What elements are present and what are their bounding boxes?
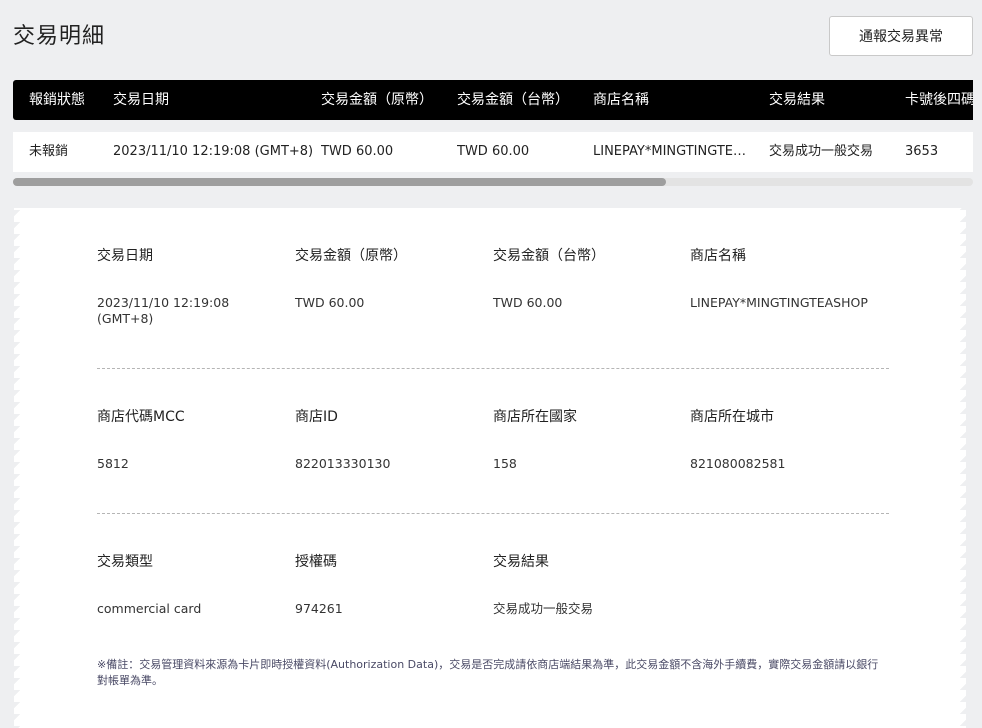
field-label: 交易金額（原幣）: [295, 248, 407, 264]
scrollbar-thumb[interactable]: [13, 178, 666, 186]
section-divider: [97, 513, 889, 514]
field-label: 商店ID: [295, 409, 338, 425]
transaction-detail-card: 交易日期 2023/11/10 12:19:08 (GMT+8) 交易金額（原幣…: [14, 208, 966, 728]
field-label: 商店名稱: [690, 248, 746, 264]
detail-field-merchant-id: 商店ID 822013330130: [295, 407, 485, 472]
field-value: TWD 60.00: [295, 295, 365, 310]
horizontal-scrollbar[interactable]: [13, 178, 973, 186]
cell-merchant-name: LINEPAY*MINGTINGTEASHOP: [593, 144, 747, 159]
field-label: 交易類型: [97, 554, 153, 570]
cell-transaction-result: 交易成功一般交易: [769, 144, 874, 159]
table-header: 報銷狀態 交易日期 交易金額（原幣） 交易金額（台幣） 商店名稱 交易結果 卡號…: [13, 80, 973, 120]
column-header-merchant-name[interactable]: 商店名稱: [593, 80, 747, 120]
field-label: 交易金額（台幣）: [493, 248, 605, 264]
field-value: 822013330130: [295, 456, 391, 471]
page-title: 交易明細: [13, 24, 106, 49]
field-label: 商店代碼MCC: [97, 409, 185, 425]
section-divider: [97, 368, 889, 369]
field-value: 交易成功一般交易: [493, 601, 594, 616]
cell-reimbursement-status: 未報銷: [29, 144, 69, 159]
column-header-amount-twd[interactable]: 交易金額（台幣）: [457, 80, 587, 120]
field-value: 5812: [97, 456, 129, 471]
detail-field-merchant-mcc: 商店代碼MCC 5812: [97, 407, 287, 472]
column-header-transaction-result[interactable]: 交易結果: [769, 80, 897, 120]
field-label: 授權碼: [295, 554, 337, 570]
table-row[interactable]: 未報銷 2023/11/10 12:19:08 (GMT+8) TWD 60.0…: [13, 132, 973, 172]
field-value: LINEPAY*MINGTINGTEASHOP: [690, 295, 868, 310]
column-header-reimbursement-status[interactable]: 報銷狀態: [29, 80, 113, 120]
field-label: 交易日期: [97, 248, 153, 264]
field-value: 158: [493, 456, 517, 471]
detail-field-authorization-code: 授權碼 974261: [295, 552, 485, 617]
column-header-card-last-four[interactable]: 卡號後四碼: [905, 80, 973, 120]
field-value: 821080082581: [690, 456, 786, 471]
report-transaction-anomaly-button[interactable]: 通報交易異常: [829, 16, 973, 56]
disclaimer-note: ※備註：交易管理資料來源為卡片即時授權資料(Authorization Data…: [97, 658, 879, 687]
field-value: commercial card: [97, 601, 202, 616]
column-header-transaction-date[interactable]: 交易日期: [113, 80, 319, 120]
field-label: 交易結果: [493, 554, 549, 570]
cell-card-last-four: 3653: [905, 144, 939, 159]
field-label: 商店所在城市: [690, 409, 774, 425]
field-value: 974261: [295, 601, 343, 616]
transaction-table: 報銷狀態 交易日期 交易金額（原幣） 交易金額（台幣） 商店名稱 交易結果 卡號…: [13, 80, 973, 188]
column-header-amount-original[interactable]: 交易金額（原幣）: [321, 80, 451, 120]
cell-amount-twd: TWD 60.00: [457, 144, 530, 159]
detail-field-merchant-city: 商店所在城市 821080082581: [690, 407, 890, 472]
cell-transaction-date: 2023/11/10 12:19:08 (GMT+8): [113, 144, 314, 159]
detail-field-transaction-type: 交易類型 commercial card: [97, 552, 287, 617]
field-label: 商店所在國家: [493, 409, 577, 425]
detail-field-transaction-result: 交易結果 交易成功一般交易: [493, 552, 683, 617]
field-value: TWD 60.00: [493, 295, 563, 310]
detail-field-merchant-country: 商店所在國家 158: [493, 407, 683, 472]
detail-field-transaction-date: 交易日期 2023/11/10 12:19:08 (GMT+8): [97, 246, 287, 327]
field-value: 2023/11/10 12:19:08 (GMT+8): [97, 295, 230, 326]
detail-field-amount-twd: 交易金額（台幣） TWD 60.00: [493, 246, 683, 311]
cell-amount-original: TWD 60.00: [321, 144, 394, 159]
detail-field-merchant-name: 商店名稱 LINEPAY*MINGTINGTEASHOP: [690, 246, 890, 311]
detail-field-amount-original: 交易金額（原幣） TWD 60.00: [295, 246, 485, 311]
